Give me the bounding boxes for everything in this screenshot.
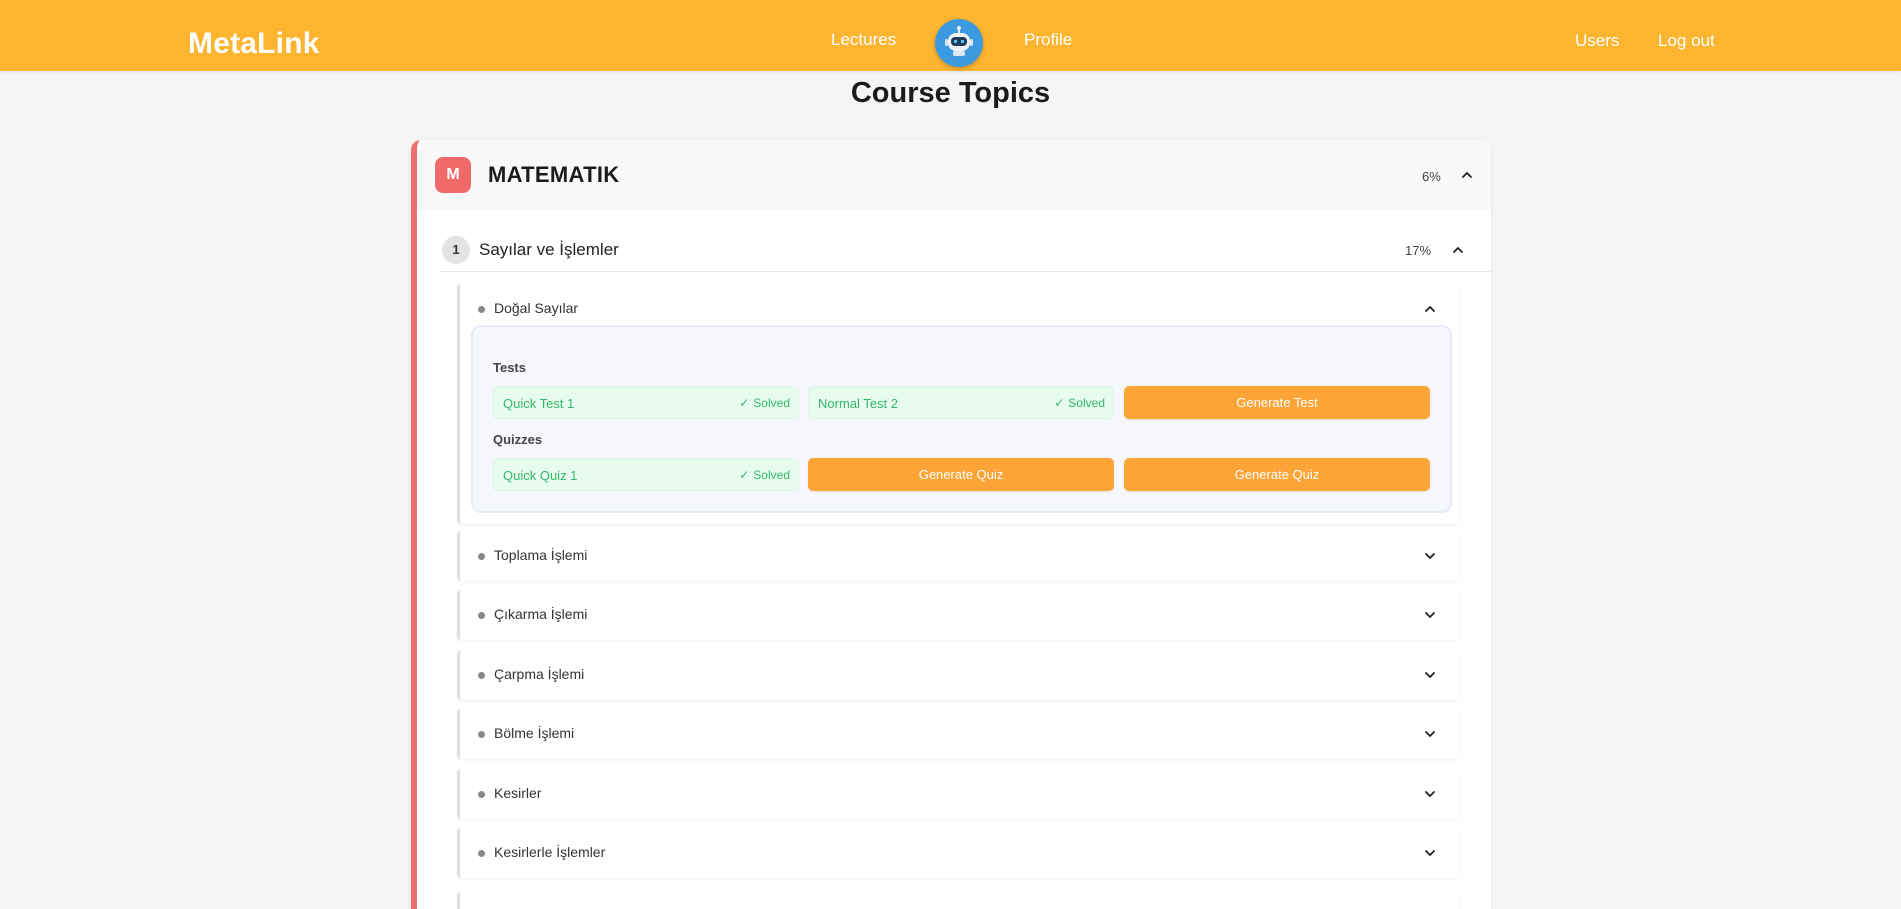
bullet-icon [478,791,485,798]
topic-item[interactable]: Kesirlerle İşlemler [457,828,1459,878]
topic-header[interactable]: Bölme İşlemi [460,709,1459,759]
topic-item[interactable] [457,892,1459,909]
topic-header[interactable]: Çarpma İşlemi [460,650,1459,700]
topic-name: Toplama İşlemi [494,547,588,563]
chevron-up-icon[interactable] [1423,302,1437,316]
quiz-tile[interactable]: Quick Quiz 1 ✓ Solved [493,458,799,491]
topic-header[interactable]: Kesirler [460,769,1459,819]
bullet-icon [478,850,485,857]
bullet-icon [478,306,485,313]
chevron-down-icon[interactable] [1423,846,1437,860]
unit-progress: 17% [1405,243,1432,258]
generate-test-button[interactable]: Generate Test [1124,386,1430,419]
tests-label: Tests [493,360,526,375]
nav-users-link[interactable]: Users [1575,31,1619,51]
check-icon: ✓ [739,396,750,410]
course-header[interactable]: M MATEMATIK 6% [417,140,1491,210]
generate-quiz-button[interactable]: Generate Quiz [1124,458,1430,491]
topic-name: Çarpma İşlemi [494,666,585,682]
chevron-up-icon[interactable] [1451,243,1465,257]
quizzes-label: Quizzes [493,432,543,447]
topic-header[interactable]: Çıkarma İşlemi [460,590,1459,640]
bullet-icon [478,553,485,560]
unit-name: Sayılar ve İşlemler [479,240,619,259]
chevron-down-icon[interactable] [1423,608,1437,622]
top-navbar: MetaLink Lectures Profile Users Log out [0,0,1901,71]
solved-badge: ✓ Solved [1054,396,1105,410]
page-title: Course Topics [850,77,1051,109]
topic-item[interactable]: Kesirler [457,769,1459,819]
topic-item[interactable]: Çarpma İşlemi [457,650,1459,700]
test-name: Quick Test 1 [503,396,575,411]
course-card: M MATEMATIK 6% 1 Sayılar ve İşlemler 17%… [411,140,1491,909]
topic-item[interactable]: Toplama İşlemi [457,531,1459,581]
chevron-down-icon[interactable] [1423,668,1437,682]
course-badge: M [435,157,471,193]
unit-number-badge: 1 [442,236,470,264]
test-tile[interactable]: Quick Test 1 ✓ Solved [493,386,799,419]
bullet-icon [478,731,485,738]
chevron-down-icon[interactable] [1423,727,1437,741]
brand-logo[interactable]: MetaLink [188,27,320,61]
topic-item: Doğal Sayılar Tests Quick Test 1 ✓ Solved… [457,284,1459,524]
topic-name: Çıkarma İşlemi [494,606,588,622]
course-name: MATEMATIK [488,162,620,187]
topic-item[interactable]: Bölme İşlemi [457,709,1459,759]
topic-name: Kesirlerle İşlemler [494,844,606,860]
test-tile[interactable]: Normal Test 2 ✓ Solved [808,386,1114,419]
topic-item[interactable]: Çıkarma İşlemi [457,590,1459,640]
course-progress: 6% [1422,169,1441,184]
nav-logout-link[interactable]: Log out [1658,31,1715,51]
topic-name: Bölme İşlemi [494,725,575,741]
chevron-down-icon[interactable] [1423,787,1437,801]
robot-icon[interactable] [935,19,983,67]
generate-quiz-button[interactable]: Generate Quiz [808,458,1114,491]
solved-badge: ✓ Solved [739,468,790,482]
quiz-name: Quick Quiz 1 [503,468,578,483]
chevron-down-icon[interactable] [1423,549,1437,563]
unit-header[interactable]: 1 Sayılar ve İşlemler 17% [439,230,1491,272]
topic-name: Kesirler [494,785,542,801]
nav-profile-link[interactable]: Profile [1024,30,1072,50]
check-icon: ✓ [1054,396,1065,410]
bullet-icon [478,672,485,679]
topic-content-panel: Tests Quick Test 1 ✓ Solved Normal Test 2… [471,325,1452,513]
check-icon: ✓ [739,468,750,482]
solved-badge: ✓ Solved [739,396,790,410]
nav-lectures-link[interactable]: Lectures [831,30,896,50]
topic-header[interactable]: Toplama İşlemi [460,531,1459,581]
test-name: Normal Test 2 [818,396,898,411]
chevron-up-icon[interactable] [1460,168,1474,182]
topic-name: Doğal Sayılar [494,300,579,316]
topic-header[interactable]: Kesirlerle İşlemler [460,828,1459,878]
bullet-icon [478,612,485,619]
